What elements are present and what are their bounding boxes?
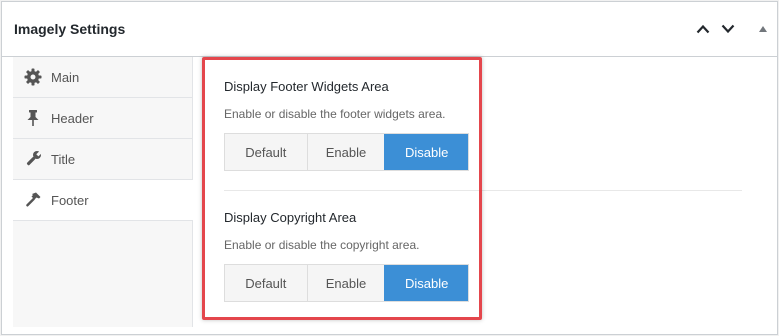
chevron-down-icon (721, 24, 735, 34)
sidebar-item-main[interactable]: Main (13, 57, 192, 98)
enable-button[interactable]: Enable (306, 134, 385, 170)
metabox-title: Imagely Settings (14, 21, 126, 37)
enable-button[interactable]: Enable (306, 265, 385, 301)
hammer-icon (24, 191, 42, 209)
field-description: Enable or disable the copyright area. (224, 238, 420, 252)
field-divider (224, 190, 742, 191)
metabox-header: Imagely Settings (2, 2, 777, 57)
wrench-icon (24, 150, 42, 168)
settings-sidebar: Main Header Title Footer (13, 57, 193, 327)
field-title: Display Footer Widgets Area (224, 79, 389, 94)
toggle-panel-button[interactable] (752, 18, 774, 40)
disable-button[interactable]: Disable (384, 265, 468, 301)
move-up-button[interactable] (692, 18, 714, 40)
footer-widgets-button-group: Default Enable Disable (224, 133, 469, 171)
imagely-settings-metabox: Imagely Settings Main Header Title Foote… (1, 1, 778, 335)
copyright-area-field: Display Copyright Area Enable or disable… (224, 210, 742, 302)
disable-button[interactable]: Disable (384, 134, 468, 170)
triangle-up-icon (759, 26, 767, 32)
footer-widgets-field: Display Footer Widgets Area Enable or di… (224, 79, 742, 171)
default-button[interactable]: Default (225, 265, 307, 301)
sidebar-item-label: Header (51, 110, 94, 126)
pin-icon (24, 109, 42, 127)
sidebar-item-footer[interactable]: Footer (13, 180, 193, 221)
copyright-area-button-group: Default Enable Disable (224, 264, 469, 302)
sidebar-item-label: Title (51, 151, 76, 167)
default-button[interactable]: Default (225, 134, 307, 170)
settings-content: Display Footer Widgets Area Enable or di… (194, 57, 777, 327)
field-title: Display Copyright Area (224, 210, 357, 225)
chevron-up-icon (696, 24, 710, 34)
sidebar-item-label: Main (51, 69, 80, 85)
field-description: Enable or disable the footer widgets are… (224, 107, 446, 121)
sidebar-item-header[interactable]: Header (13, 98, 192, 139)
sidebar-item-label: Footer (51, 192, 89, 208)
move-down-button[interactable] (717, 18, 739, 40)
gear-icon (24, 68, 42, 86)
sidebar-item-title[interactable]: Title (13, 139, 192, 180)
